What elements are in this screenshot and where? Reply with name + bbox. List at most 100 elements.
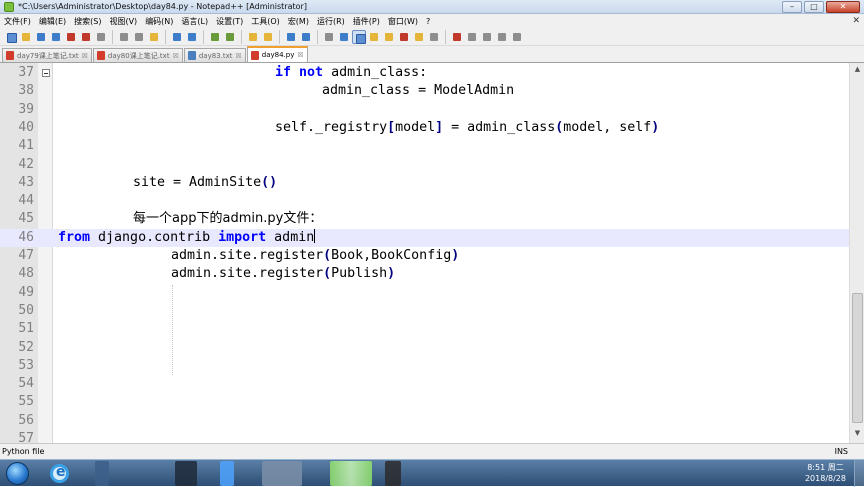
code-editor[interactable]: 37 if not admin_class: 38 admin_class = …	[0, 63, 849, 443]
zoom-out-icon[interactable]	[261, 30, 275, 44]
menu-bar: 文件(F) 编辑(E) 搜索(S) 视图(V) 编码(N) 语言(L) 设置(T…	[0, 14, 864, 28]
macro-run-multiple-icon[interactable]	[495, 30, 509, 44]
notepadpp-app-icon	[4, 2, 14, 12]
close-all-icon[interactable]	[79, 30, 93, 44]
code-text: admin_class = ModelAdmin	[322, 83, 515, 99]
window-controls: – □ ✕	[782, 1, 860, 13]
macro-save-icon[interactable]	[510, 30, 524, 44]
macro-stop-icon[interactable]	[465, 30, 479, 44]
line-number: 57	[18, 431, 34, 443]
line-number: 51	[18, 321, 34, 337]
text-caret	[314, 228, 316, 243]
close-button[interactable]: ✕	[826, 1, 860, 13]
menu-run[interactable]: 运行(R)	[317, 16, 345, 27]
tab-day80[interactable]: day80课上笔记.txt ☒	[92, 48, 183, 62]
document-tabs: day79课上笔记.txt ☒ day80课上笔记.txt ☒ day83.tx…	[0, 46, 864, 63]
menu-help[interactable]: ?	[426, 17, 430, 26]
find-icon[interactable]	[208, 30, 222, 44]
replace-icon[interactable]	[223, 30, 237, 44]
menu-plugins[interactable]: 插件(P)	[353, 16, 380, 27]
tab-close-icon[interactable]: ☒	[297, 51, 303, 59]
sync-vertical-icon[interactable]	[284, 30, 298, 44]
vertical-scrollbar[interactable]: ▲ ▼	[849, 63, 864, 443]
cut-icon[interactable]	[117, 30, 131, 44]
tab-label: day79课上笔记.txt	[17, 51, 79, 60]
taskbar-app-button[interactable]	[385, 461, 401, 486]
scroll-up-icon[interactable]: ▲	[852, 65, 863, 76]
tab-day79[interactable]: day79课上笔记.txt ☒	[2, 48, 92, 62]
tab-close-icon[interactable]: ☒	[82, 52, 88, 60]
line-number: 54	[18, 376, 34, 392]
start-button-icon[interactable]	[6, 462, 29, 485]
file-modified-icon	[6, 51, 14, 60]
code-line: 44	[0, 192, 849, 210]
current-line: 46 from django.contrib import admin	[0, 228, 849, 247]
menu-tools[interactable]: 工具(O)	[251, 16, 280, 27]
taskbar-app-button[interactable]	[330, 461, 372, 486]
indent-guide-icon[interactable]	[352, 29, 366, 44]
close-file-icon[interactable]	[64, 30, 78, 44]
print-icon[interactable]	[94, 30, 108, 44]
scroll-thumb[interactable]	[852, 293, 863, 423]
menu-file[interactable]: 文件(F)	[4, 16, 31, 27]
undo-icon[interactable]	[170, 30, 184, 44]
menu-search[interactable]: 搜索(S)	[74, 16, 101, 27]
menu-language[interactable]: 语言(L)	[181, 16, 208, 27]
line-number: 44	[18, 193, 34, 209]
word-wrap-icon[interactable]	[322, 30, 336, 44]
redo-icon[interactable]	[185, 30, 199, 44]
code-line: 51	[0, 320, 849, 338]
tab-day84[interactable]: day84.py ☒	[246, 46, 308, 62]
menu-settings[interactable]: 设置(T)	[216, 16, 243, 27]
scroll-down-icon[interactable]: ▼	[852, 429, 863, 440]
show-desktop-button[interactable]	[854, 460, 864, 487]
code-text: self._registry[model] = admin_class(mode…	[275, 119, 660, 135]
document-map-icon[interactable]	[382, 30, 396, 44]
file-saved-icon	[187, 51, 196, 60]
paste-icon[interactable]	[147, 30, 161, 44]
macro-record-icon[interactable]	[450, 30, 464, 44]
save-all-icon[interactable]	[49, 30, 63, 44]
toolbar-separator	[203, 29, 204, 44]
status-bar: Python file INS	[0, 443, 864, 459]
toolbar-separator	[279, 29, 280, 44]
folder-as-workspace-icon[interactable]	[412, 30, 426, 44]
tab-day83[interactable]: day83.txt ☒	[183, 48, 246, 62]
menu-encoding[interactable]: 编码(N)	[145, 16, 173, 27]
menu-edit[interactable]: 编辑(E)	[39, 16, 66, 27]
minimize-button[interactable]: –	[782, 1, 802, 13]
menu-macro[interactable]: 宏(M)	[288, 16, 309, 27]
close-document-icon[interactable]: ✕	[852, 16, 860, 26]
sync-horizontal-icon[interactable]	[299, 30, 313, 44]
taskbar-app-button[interactable]	[95, 461, 109, 486]
code-text: from django.contrib import admin	[58, 228, 316, 245]
code-text: if not admin_class:	[275, 65, 428, 80]
line-number: 50	[18, 302, 34, 318]
menu-window[interactable]: 窗口(W)	[388, 16, 418, 27]
taskbar-app-button[interactable]	[175, 461, 197, 486]
line-number: 38	[18, 83, 34, 99]
code-line: 55	[0, 393, 849, 411]
menu-view[interactable]: 视图(V)	[109, 16, 137, 27]
taskbar-app-button[interactable]	[220, 461, 234, 486]
save-icon[interactable]	[34, 30, 48, 44]
function-list-icon[interactable]	[397, 30, 411, 44]
fold-collapse-icon[interactable]	[42, 69, 50, 77]
tab-label: day80课上笔记.txt	[107, 51, 170, 60]
show-all-characters-icon[interactable]	[337, 30, 351, 44]
new-file-icon[interactable]	[4, 30, 18, 44]
system-clock[interactable]: 8:51 周二 2018/8/28	[805, 462, 846, 484]
copy-icon[interactable]	[132, 30, 146, 44]
line-number: 47	[18, 248, 34, 263]
zoom-in-icon[interactable]	[246, 30, 260, 44]
taskbar-app-button[interactable]	[262, 461, 302, 486]
tab-close-icon[interactable]: ☒	[173, 52, 179, 60]
internet-explorer-icon[interactable]	[50, 464, 69, 483]
define-language-icon[interactable]	[367, 30, 381, 44]
insert-mode-indicator: INS	[834, 447, 848, 456]
maximize-button[interactable]: □	[804, 1, 824, 13]
macro-play-icon[interactable]	[480, 30, 494, 44]
monitoring-icon[interactable]	[427, 30, 441, 44]
tab-close-icon[interactable]: ☒	[235, 52, 241, 60]
open-file-icon[interactable]	[19, 30, 33, 44]
